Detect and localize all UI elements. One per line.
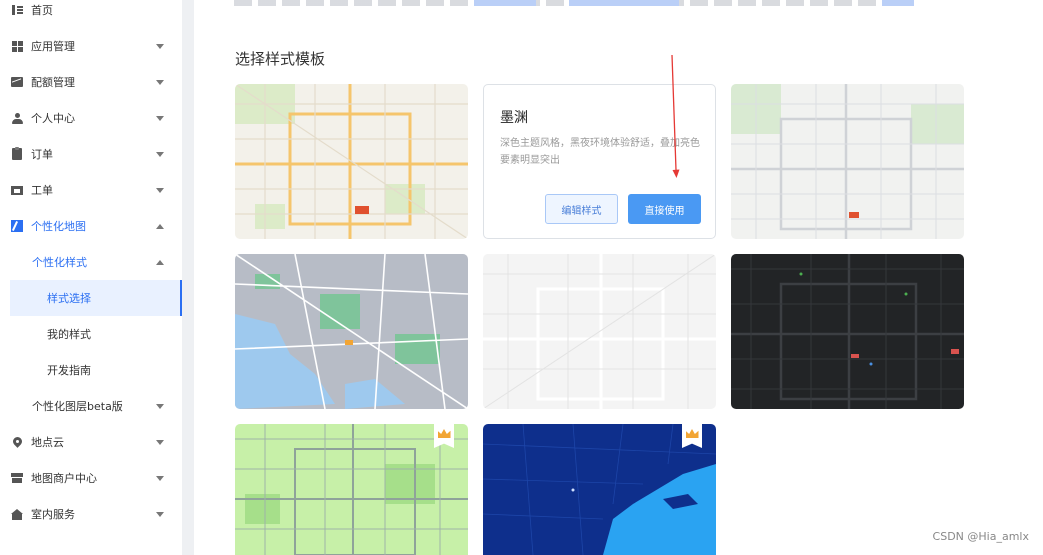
style-template-card[interactable] — [483, 254, 716, 409]
sidebar-item-label: 个性化样式 — [32, 256, 87, 269]
chevron-up-icon — [156, 259, 164, 265]
style-template-card[interactable] — [731, 84, 964, 239]
main-content: 选择样式模板 墨渊 深色主题风格，黑夜环境体验舒适，叠加亮色要素明显突出 编辑样… — [194, 0, 1043, 555]
sidebar-item-place-cloud[interactable]: 地点云 — [0, 424, 182, 460]
sidebar-item-label: 地图商户中心 — [31, 472, 97, 485]
sidebar-item-label: 个性化地图 — [31, 220, 86, 233]
chevron-down-icon — [156, 115, 164, 121]
chevron-down-icon — [156, 187, 164, 193]
map-thumbnail — [731, 254, 964, 409]
sidebar: 首页 应用管理 配额管理 个人中心 订单 工单 个性化地图 个性化样式 样式选择… — [0, 0, 182, 555]
sidebar-item-merchant-center[interactable]: 地图商户中心 — [0, 460, 182, 496]
sidebar-item-tickets[interactable]: 工单 — [0, 172, 182, 208]
sidebar-item-label: 地点云 — [31, 436, 64, 449]
chart-icon — [11, 76, 23, 88]
chevron-down-icon — [156, 79, 164, 85]
style-template-card[interactable] — [483, 424, 716, 555]
sidebar-item-quota[interactable]: 配额管理 — [0, 64, 182, 100]
map-thumbnail — [235, 84, 468, 239]
sidebar-item-profile[interactable]: 个人中心 — [0, 100, 182, 136]
shop-icon — [11, 472, 23, 484]
sidebar-item-style-select[interactable]: 样式选择 — [10, 280, 182, 316]
map-thumbnail — [731, 84, 964, 239]
section-title: 选择样式模板 — [235, 50, 326, 68]
sidebar-item-app-management[interactable]: 应用管理 — [0, 28, 182, 64]
sidebar-item-label: 个人中心 — [31, 112, 75, 125]
sidebar-divider — [182, 0, 194, 555]
style-template-card[interactable] — [731, 254, 964, 409]
sidebar-item-label: 首页 — [31, 4, 53, 17]
chevron-down-icon — [156, 403, 164, 409]
cropped-description-text — [234, 0, 914, 6]
sidebar-item-orders[interactable]: 订单 — [0, 136, 182, 172]
chevron-down-icon — [156, 43, 164, 49]
sidebar-item-dev-guide[interactable]: 开发指南 — [0, 352, 182, 388]
sidebar-item-label: 应用管理 — [31, 40, 75, 53]
sidebar-item-label: 订单 — [31, 148, 53, 161]
user-icon — [11, 112, 23, 124]
sidebar-item-label: 个性化图层beta版 — [32, 400, 123, 413]
map-thumbnail — [235, 254, 468, 409]
chevron-down-icon — [156, 475, 164, 481]
style-template-card[interactable] — [235, 254, 468, 409]
chevron-down-icon — [156, 151, 164, 157]
indoor-icon — [11, 508, 23, 520]
style-template-card[interactable] — [235, 84, 468, 239]
style-description: 深色主题风格，黑夜环境体验舒适，叠加亮色要素明显突出 — [500, 138, 700, 166]
use-directly-button[interactable]: 直接使用 — [628, 194, 701, 224]
style-title: 墨渊 — [500, 110, 528, 126]
sidebar-item-custom-layer[interactable]: 个性化图层beta版 — [0, 388, 182, 424]
sidebar-item-label: 样式选择 — [47, 292, 91, 305]
clipboard-icon — [11, 147, 23, 160]
chevron-up-icon — [156, 223, 164, 229]
ticket-icon — [11, 184, 23, 196]
sidebar-item-indoor[interactable]: 室内服务 — [0, 496, 182, 532]
chevron-down-icon — [156, 511, 164, 517]
map-thumbnail — [235, 424, 468, 555]
map-icon — [11, 220, 23, 232]
edit-style-button[interactable]: 编辑样式 — [545, 194, 618, 224]
map-thumbnail — [483, 254, 716, 409]
sidebar-item-label: 开发指南 — [47, 364, 91, 377]
pin-icon — [11, 436, 23, 448]
grid-icon — [11, 40, 23, 52]
style-detail-card[interactable]: 墨渊 深色主题风格，黑夜环境体验舒适，叠加亮色要素明显突出 编辑样式 直接使用 — [483, 84, 716, 239]
sidebar-item-custom-style[interactable]: 个性化样式 — [0, 244, 182, 280]
sidebar-item-label: 室内服务 — [31, 508, 75, 521]
chevron-down-icon — [156, 439, 164, 445]
style-template-card[interactable] — [235, 424, 468, 555]
sidebar-item-label: 配额管理 — [31, 76, 75, 89]
sidebar-item-home[interactable]: 首页 — [0, 0, 182, 28]
watermark: CSDN @Hia_amlx — [932, 530, 1029, 543]
sidebar-item-label: 我的样式 — [47, 328, 91, 341]
sidebar-item-my-styles[interactable]: 我的样式 — [0, 316, 182, 352]
sidebar-item-label: 工单 — [31, 184, 53, 197]
sidebar-item-custom-map[interactable]: 个性化地图 — [0, 208, 182, 244]
list-icon — [11, 4, 23, 16]
map-thumbnail — [483, 424, 716, 555]
